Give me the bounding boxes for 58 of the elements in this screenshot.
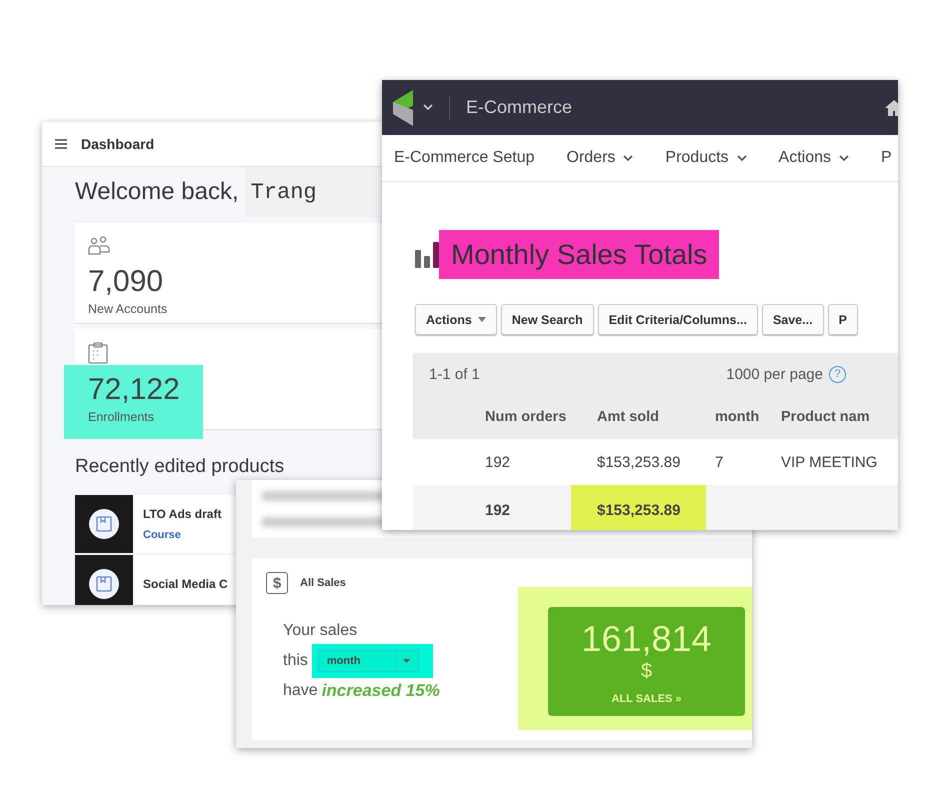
nav-menu-item[interactable]: P [881,149,892,167]
column-header[interactable]: month [715,409,760,425]
book-icon [89,569,119,599]
table-cell: 7 [715,454,724,470]
toolbar-button[interactable]: New Search [500,304,594,335]
toolbar-button[interactable]: Actions [415,304,497,335]
per-page-text[interactable]: 1000 per page [726,366,823,382]
toolbar-button[interactable]: Edit Criteria/Columns... [598,304,758,335]
table-cell: 192 [485,454,510,470]
sales-text: have [283,681,318,701]
nav-menu-item[interactable]: E-Commerce Setup [394,149,534,167]
caret-icon [403,658,410,664]
product-name: LTO Ads draft [143,507,222,521]
chevron-icon [423,104,433,111]
user-name: Trang [244,167,377,217]
column-header[interactable]: Num orders [485,409,566,425]
stat-value: 72,122 [88,373,180,407]
caret-icon [478,316,486,322]
app-title: E-Commerce [466,97,572,118]
section-title: Recently edited products [75,456,284,478]
nav-menu-item[interactable]: Orders [566,149,634,167]
chevron-icon [736,154,747,162]
home-icon[interactable] [884,98,898,116]
toolbar-button[interactable]: P [828,304,858,335]
report-title: Monthly Sales Totals [439,230,720,279]
table-cell: $153,253.89 [597,454,680,470]
nav-menu-item[interactable]: Actions [778,149,850,167]
table-cell: VIP MEETING [781,454,878,470]
dollar-icon: $ [266,572,288,594]
sales-text: Your sales [283,621,358,641]
stat-label: Enrollments [88,410,154,424]
total-cell: 192 [485,502,510,518]
menu-icon[interactable] [55,139,67,149]
chevron-icon [623,154,634,162]
logo-icon[interactable] [393,90,415,126]
stat-value: 7,090 [88,265,164,299]
product-row[interactable]: LTO Ads draft Course [75,495,236,553]
chevron-icon [839,154,850,162]
column-header[interactable]: Product nam [781,409,870,425]
sales-change-text: increased 15% [322,680,440,702]
product-name: Social Media C [143,577,228,591]
pagination-text: 1-1 of 1 [429,366,480,382]
column-header[interactable]: Amt sold [597,409,660,425]
product-type: Course [143,529,181,541]
people-icon [88,236,110,256]
period-dropdown[interactable]: month [318,650,419,672]
total-cell: $153,253.89 [571,485,706,530]
clipboard-icon [88,342,108,364]
nav-menu-item[interactable]: Products [665,149,747,167]
page-title: Dashboard [81,136,154,152]
toolbar-button[interactable]: Save... [762,304,824,335]
greeting-text: Welcome back, [75,178,239,206]
book-icon [89,509,119,539]
sales-text: this [283,651,308,671]
stat-label: New Accounts [88,302,168,316]
bar-chart-icon [415,242,439,268]
card-title: All Sales [300,577,346,589]
product-row[interactable]: Social Media C [75,555,236,605]
